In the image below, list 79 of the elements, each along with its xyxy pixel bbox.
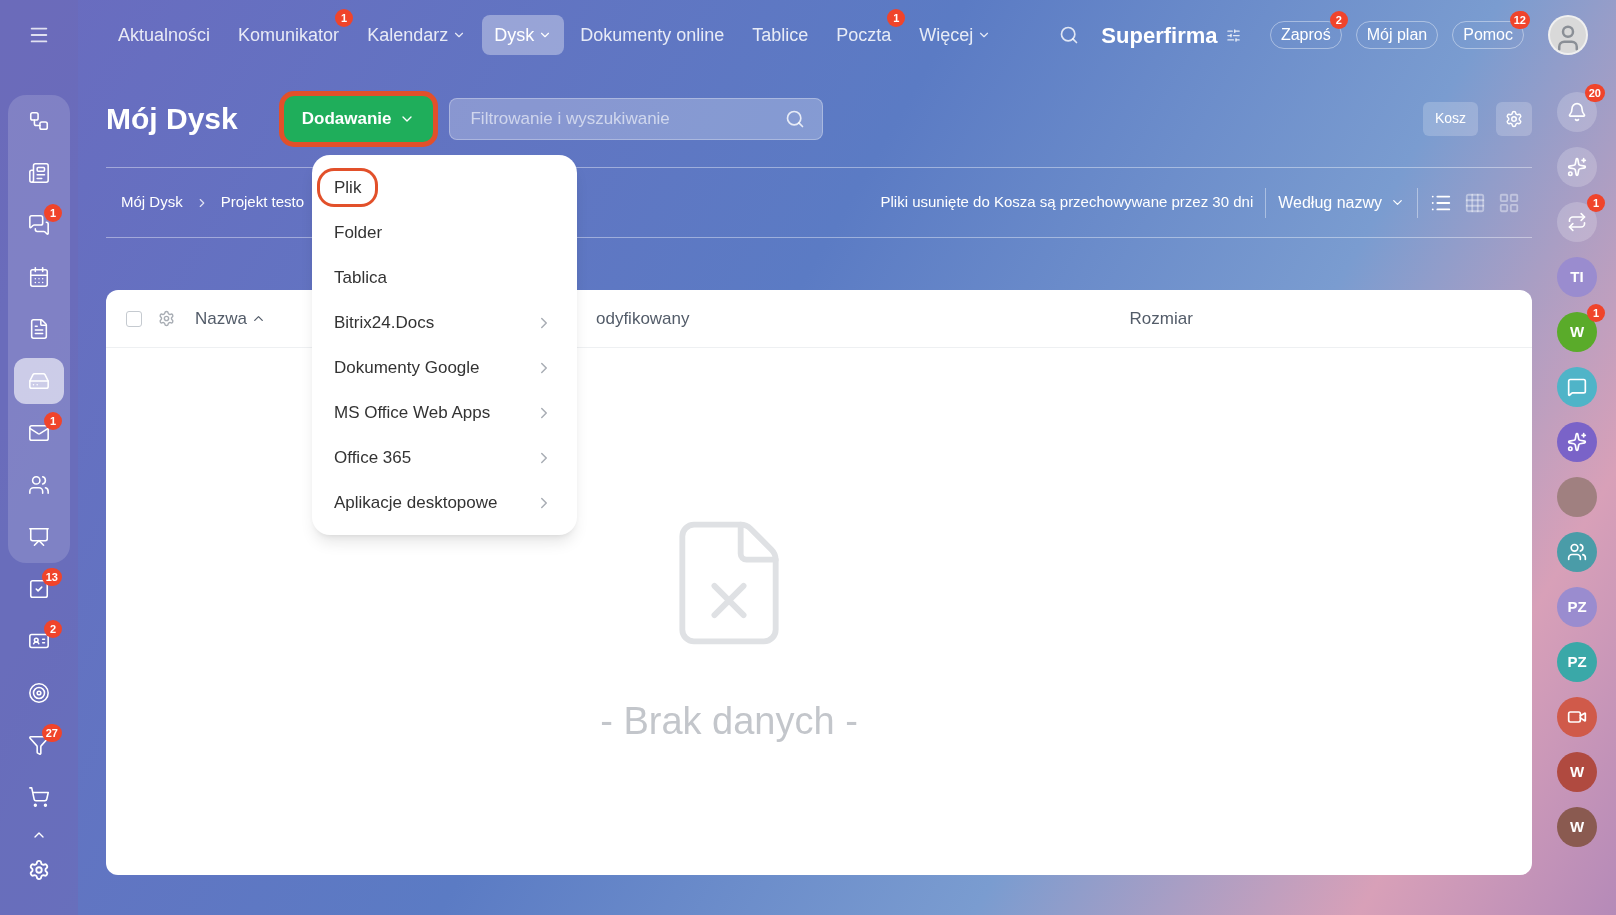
count-badge: 12	[1509, 11, 1530, 29]
sparkle-icon	[1567, 157, 1587, 177]
menu-item[interactable]: MS Office Web Apps	[320, 395, 505, 430]
people-icon	[1567, 542, 1587, 562]
chat-button[interactable]	[1557, 367, 1597, 407]
count-badge: 1	[887, 9, 906, 27]
brand-name: Superfirma	[1101, 21, 1218, 50]
sparkle-button[interactable]	[1557, 147, 1597, 187]
sliders-icon	[1225, 27, 1241, 43]
cart-icon	[28, 786, 50, 808]
count-badge: 1	[44, 204, 62, 222]
user-avatar[interactable]: TI	[1557, 257, 1597, 297]
menu-item[interactable]: Aplikacje desktopowe	[320, 485, 512, 520]
search-icon	[1059, 25, 1080, 45]
select-all-checkbox[interactable]	[126, 310, 142, 327]
newspaper-icon	[28, 162, 50, 184]
nav-tab[interactable]: Więcej	[907, 15, 1004, 55]
mail-icon	[28, 422, 50, 444]
drive-icon	[28, 370, 50, 392]
target-icon	[28, 682, 50, 704]
user-avatar[interactable]	[1548, 15, 1588, 55]
count-badge: 20	[1584, 84, 1605, 102]
breadcrumb-link[interactable]: Mój Dysk	[121, 191, 183, 214]
count-badge: 2	[1329, 11, 1348, 29]
grid-icon	[1464, 191, 1486, 214]
menu-item[interactable]: Office 365	[320, 440, 426, 475]
user-avatar[interactable]: PZ	[1557, 642, 1597, 682]
notice-text: Pliki usunięte do Kosza są przechowywane przez 30 dni	[880, 192, 1254, 213]
user-avatar[interactable]: W	[1557, 807, 1597, 847]
trash-button[interactable]: Kosz	[1422, 101, 1478, 136]
people-icon	[28, 474, 50, 496]
menu-item[interactable]: Bitrix24.Docs	[320, 305, 449, 340]
document-icon	[28, 318, 50, 340]
menu-item[interactable]: Folder	[320, 215, 397, 250]
settings-button[interactable]	[28, 859, 50, 881]
column-header[interactable]: Nazwa	[195, 305, 266, 332]
menu-item[interactable]: Tablica	[320, 260, 401, 295]
people-button[interactable]	[1557, 532, 1597, 572]
count-badge: 2	[44, 620, 62, 638]
nav-tab[interactable]: Aktualności	[106, 15, 223, 55]
camera-button[interactable]	[1557, 697, 1597, 737]
menu-item[interactable]: Plik	[320, 170, 376, 205]
tile-view-button[interactable]	[1498, 191, 1520, 214]
sparkle-icon	[1567, 432, 1587, 452]
calendar-icon	[28, 266, 50, 288]
nav-tab[interactable]: Dokumenty online	[568, 15, 737, 55]
chat-icon	[28, 214, 50, 236]
user-avatar[interactable]: PZ	[1557, 587, 1597, 627]
sort-dropdown[interactable]: Według nazwy	[1278, 190, 1405, 215]
nav-tab[interactable]: Dysk	[482, 15, 565, 55]
nav-tab[interactable]: Kalendarz	[355, 15, 479, 55]
board-icon	[28, 526, 50, 548]
settings-button[interactable]	[1496, 101, 1532, 136]
breadcrumb-link[interactable]: Projekt testo	[220, 191, 305, 214]
count-badge: 1	[1587, 194, 1605, 212]
tiles-icon	[1498, 191, 1520, 214]
user-avatar[interactable]: W	[1557, 752, 1597, 792]
grid-view-button[interactable]	[1464, 191, 1486, 214]
count-badge: 1	[44, 412, 62, 430]
search-icon	[785, 108, 806, 129]
count-badge: 1	[1587, 304, 1605, 322]
settings-icon	[28, 859, 50, 881]
count-badge: 1	[335, 9, 354, 27]
chat-icon	[1567, 377, 1587, 397]
notification-icon	[1567, 102, 1587, 122]
count-badge: 13	[41, 568, 62, 586]
workflow-icon	[28, 110, 50, 132]
nav-tab[interactable]: Tablice	[740, 15, 821, 55]
sidebar-item[interactable]	[14, 358, 64, 404]
page-title: Mój Dysk	[106, 101, 238, 137]
column-header[interactable]: Rozmiar	[1129, 305, 1193, 332]
settings-icon	[158, 310, 175, 327]
sparkle-button[interactable]	[1557, 422, 1597, 462]
menu-item[interactable]: Dokumenty Google	[320, 350, 494, 385]
exchange-icon	[1567, 212, 1587, 232]
count-badge: 27	[41, 724, 62, 742]
column-header[interactable]: odyfikowany	[595, 305, 690, 332]
settings-icon	[1505, 109, 1523, 128]
empty-message: - Brak danych -	[600, 699, 858, 744]
